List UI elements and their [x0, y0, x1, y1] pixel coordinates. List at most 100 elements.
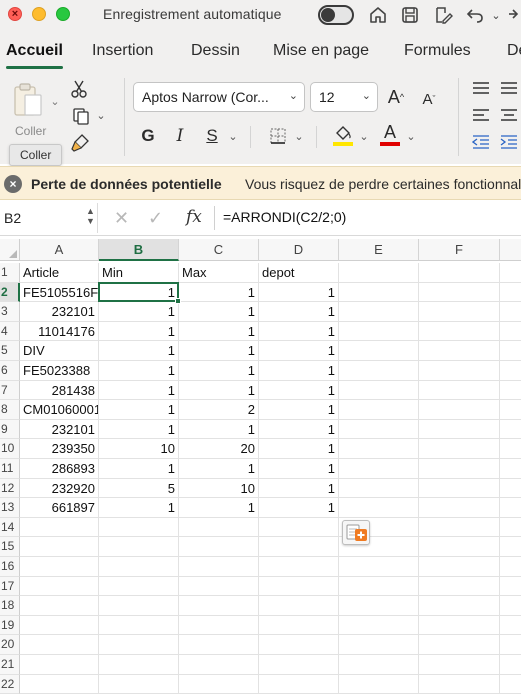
cell-b2[interactable]: 1 — [99, 282, 179, 303]
cell-a1[interactable]: Article — [20, 263, 99, 283]
cell-c19[interactable] — [179, 615, 259, 636]
cell-d2[interactable]: 1 — [259, 282, 339, 303]
decrease-indent-button[interactable] — [470, 132, 492, 152]
align-center-button[interactable] — [498, 105, 520, 125]
cell-b13[interactable]: 1 — [99, 498, 179, 518]
cell-f22[interactable] — [419, 674, 500, 695]
cell-g13[interactable] — [500, 498, 521, 518]
cell-b18[interactable] — [99, 596, 179, 616]
cell-e16[interactable] — [339, 557, 419, 577]
cell-g21[interactable] — [500, 655, 521, 675]
cell-b7[interactable]: 1 — [99, 380, 179, 401]
cell-f13[interactable] — [419, 498, 500, 518]
cell-b16[interactable] — [99, 557, 179, 577]
cell-g22[interactable] — [500, 675, 521, 695]
undo-button[interactable] — [463, 3, 487, 27]
edit-file-button[interactable] — [431, 3, 455, 27]
select-all-button[interactable] — [0, 239, 20, 261]
cell-a17[interactable] — [20, 576, 99, 597]
italic-button[interactable]: I — [170, 124, 190, 148]
cell-b12[interactable]: 5 — [99, 478, 179, 499]
spreadsheet-grid[interactable]: A B C D E F 1 Article Min Max depot 2 FE5105516F 1 1 1 3… — [0, 237, 521, 697]
cell-b21[interactable] — [99, 655, 179, 675]
cell-e1[interactable] — [339, 263, 419, 283]
row-header-9[interactable]: 9 — [0, 419, 20, 440]
insert-function-button[interactable]: fx — [186, 207, 202, 227]
cell-f14[interactable] — [419, 517, 500, 538]
cell-b8[interactable]: 1 — [99, 400, 179, 420]
grow-font-button[interactable]: A ^ — [384, 84, 408, 110]
font-name-select[interactable]: Aptos Narrow (Cor... ⌄ — [133, 82, 305, 112]
cell-b17[interactable] — [99, 576, 179, 597]
cell-g6[interactable] — [500, 361, 521, 381]
cell-f18[interactable] — [419, 596, 500, 616]
cell-a14[interactable] — [20, 517, 99, 538]
column-header-d[interactable]: D — [259, 239, 339, 261]
cell-g14[interactable] — [500, 518, 521, 538]
cell-c11[interactable]: 1 — [179, 459, 259, 479]
format-painter-button[interactable] — [68, 132, 92, 154]
cell-g12[interactable] — [500, 479, 521, 499]
minimize-window-button[interactable] — [32, 7, 46, 21]
row-header-5[interactable]: 5 — [0, 341, 20, 361]
cell-a15[interactable] — [20, 537, 99, 557]
cell-g4[interactable] — [500, 322, 521, 342]
cell-g8[interactable] — [500, 400, 521, 420]
cell-f20[interactable] — [419, 635, 500, 655]
fill-handle[interactable] — [175, 298, 181, 305]
borders-dropdown[interactable]: ⌄ — [292, 128, 306, 144]
cell-f11[interactable] — [419, 459, 500, 479]
row-header-16[interactable]: 16 — [0, 557, 20, 577]
maximize-window-button[interactable] — [56, 7, 70, 21]
dismiss-warning-button[interactable]: × — [4, 175, 22, 193]
cell-e22[interactable] — [339, 674, 419, 695]
cell-f6[interactable] — [419, 361, 500, 381]
tab-accueil[interactable]: Accueil — [6, 42, 63, 60]
cell-c21[interactable] — [179, 655, 259, 675]
home-button[interactable] — [366, 3, 390, 27]
row-header-13[interactable]: 13 — [0, 498, 20, 518]
cell-d22[interactable] — [259, 674, 339, 695]
cell-c4[interactable]: 1 — [179, 321, 259, 342]
cell-b3[interactable]: 1 — [99, 302, 179, 322]
row-header-10[interactable]: 10 — [0, 439, 20, 459]
cell-e18[interactable] — [339, 596, 419, 616]
row-header-19[interactable]: 19 — [0, 615, 20, 636]
autosave-toggle[interactable] — [318, 5, 354, 25]
cell-g10[interactable] — [500, 439, 521, 459]
confirm-formula-button[interactable]: ✓ — [148, 208, 163, 229]
name-box-stepper[interactable]: ▲ ▼ — [86, 206, 95, 226]
increase-indent-button[interactable] — [498, 132, 520, 152]
row-header-20[interactable]: 20 — [0, 635, 20, 655]
column-header-e[interactable]: E — [339, 239, 419, 261]
cell-d11[interactable]: 1 — [259, 459, 339, 479]
cell-c16[interactable] — [179, 557, 259, 577]
cell-d4[interactable]: 1 — [259, 321, 339, 342]
paste-dropdown[interactable]: ⌄ — [48, 94, 62, 108]
row-header-14[interactable]: 14 — [0, 517, 20, 538]
formula-input[interactable]: =ARRONDI(C2/2;0) — [223, 209, 346, 225]
cell-e21[interactable] — [339, 655, 419, 675]
cell-d17[interactable] — [259, 576, 339, 597]
cell-g7[interactable] — [500, 381, 521, 401]
cell-a4[interactable]: 11014176 — [20, 321, 99, 342]
row-header-17[interactable]: 17 — [0, 576, 20, 597]
cut-button[interactable] — [68, 78, 90, 100]
cell-g15[interactable] — [500, 537, 521, 557]
cell-a12[interactable]: 232920 — [20, 478, 99, 499]
cell-b10[interactable]: 10 — [99, 439, 179, 459]
cell-a7[interactable]: 281438 — [20, 380, 99, 401]
font-color-dropdown[interactable]: ⌄ — [405, 128, 417, 144]
row-header-3[interactable]: 3 — [0, 302, 20, 322]
cell-f2[interactable] — [419, 282, 500, 303]
cell-g2[interactable] — [500, 283, 521, 303]
align-top-button[interactable] — [470, 78, 492, 98]
cell-b20[interactable] — [99, 635, 179, 655]
underline-dropdown[interactable]: ⌄ — [226, 128, 240, 144]
cell-e3[interactable] — [339, 302, 419, 322]
cell-c20[interactable] — [179, 635, 259, 655]
cell-c9[interactable]: 1 — [179, 419, 259, 440]
cell-b4[interactable]: 1 — [99, 321, 179, 342]
paste-options-button[interactable] — [342, 519, 370, 545]
cell-b6[interactable]: 1 — [99, 361, 179, 381]
